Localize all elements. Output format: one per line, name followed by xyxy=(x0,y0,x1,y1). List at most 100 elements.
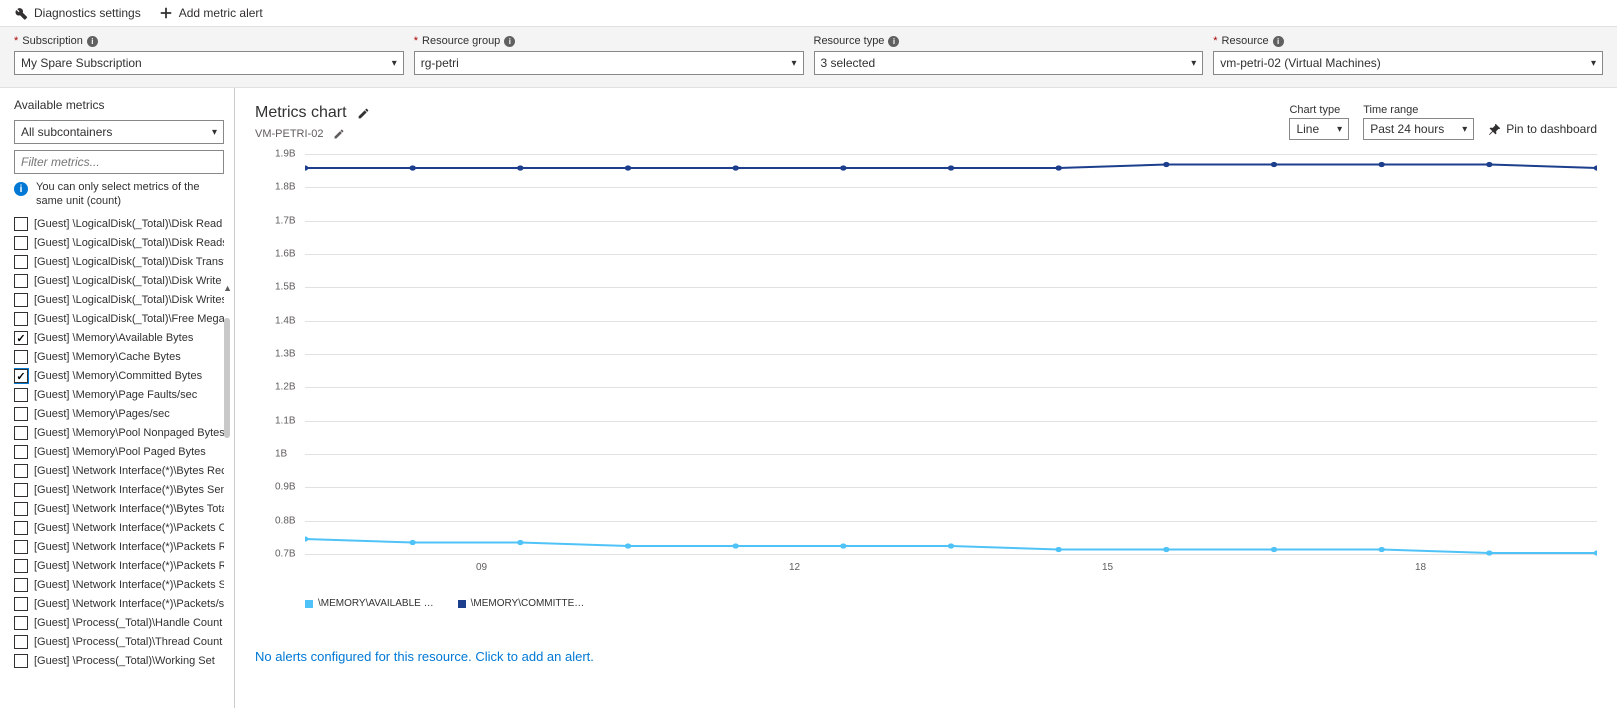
metric-item[interactable]: [Guest] \LogicalDisk(_Total)\Disk Transf… xyxy=(14,253,224,272)
metric-item[interactable]: [Guest] \Memory\Cache Bytes xyxy=(14,348,224,367)
metric-item[interactable]: [Guest] \LogicalDisk(_Total)\Free Megaby… xyxy=(14,310,224,329)
metric-item[interactable]: [Guest] \LogicalDisk(_Total)\Disk Reads/… xyxy=(14,234,224,253)
checkbox[interactable] xyxy=(14,540,28,554)
legend-item[interactable]: \MEMORY\AVAILABLE … xyxy=(305,598,434,609)
checkbox[interactable] xyxy=(14,483,28,497)
metric-label: [Guest] \Memory\Pool Nonpaged Bytes xyxy=(34,427,224,439)
checkbox[interactable] xyxy=(14,293,28,307)
scrollbar-thumb[interactable] xyxy=(224,318,230,438)
metric-item[interactable]: [Guest] \Memory\Pool Nonpaged Bytes xyxy=(14,424,224,443)
metric-label: [Guest] \Memory\Pages/sec xyxy=(34,408,170,420)
checkbox[interactable] xyxy=(14,350,28,364)
diagnostics-settings-button[interactable]: Diagnostics settings xyxy=(14,6,141,20)
subscription-label: *Subscriptioni xyxy=(14,35,404,47)
metric-item[interactable]: [Guest] \Network Interface(*)\Packets Re… xyxy=(14,557,224,576)
filter-metrics-input[interactable] xyxy=(14,150,224,174)
add-alert-link[interactable]: No alerts configured for this resource. … xyxy=(255,649,1597,664)
checkbox[interactable] xyxy=(14,654,28,668)
checkbox[interactable] xyxy=(14,635,28,649)
pin-to-dashboard-button[interactable]: Pin to dashboard xyxy=(1488,118,1597,140)
metric-label: [Guest] \Memory\Pool Paged Bytes xyxy=(34,446,206,458)
checkbox[interactable] xyxy=(14,407,28,421)
checkbox[interactable] xyxy=(14,312,28,326)
metric-label: [Guest] \Process(_Total)\Handle Count xyxy=(34,617,222,629)
metric-label: [Guest] \Network Interface(*)\Bytes Sent… xyxy=(34,484,224,496)
checkbox[interactable] xyxy=(14,255,28,269)
metric-item[interactable]: [Guest] \Process(_Total)\Working Set xyxy=(14,652,224,671)
x-axis-tick: 12 xyxy=(638,562,951,573)
metric-label: [Guest] \Network Interface(*)\Packets Ou… xyxy=(34,522,224,534)
metric-label: [Guest] \Memory\Page Faults/sec xyxy=(34,389,197,401)
scroll-up-icon[interactable]: ▲ xyxy=(223,283,232,293)
metric-list[interactable]: [Guest] \LogicalDisk(_Total)\Disk Read B… xyxy=(14,215,224,685)
add-metric-alert-button[interactable]: Add metric alert xyxy=(159,6,263,20)
resource-group-label: *Resource groupi xyxy=(414,35,804,47)
metric-item[interactable]: [Guest] \LogicalDisk(_Total)\Disk Write … xyxy=(14,272,224,291)
info-icon: i xyxy=(1273,36,1284,47)
edit-icon[interactable] xyxy=(333,128,345,140)
metric-item[interactable]: [Guest] \Network Interface(*)\Bytes Sent… xyxy=(14,481,224,500)
metric-item[interactable]: [Guest] \Memory\Available Bytes xyxy=(14,329,224,348)
resource-group-dropdown[interactable]: rg-petri▾ xyxy=(414,51,804,75)
checkbox[interactable] xyxy=(14,369,28,383)
metric-label: [Guest] \LogicalDisk(_Total)\Disk Write … xyxy=(34,275,224,287)
pin-icon xyxy=(1488,123,1501,136)
checkbox[interactable] xyxy=(14,502,28,516)
metric-label: [Guest] \LogicalDisk(_Total)\Free Megaby… xyxy=(34,313,224,325)
metric-label: [Guest] \Memory\Committed Bytes xyxy=(34,370,202,382)
metric-item[interactable]: [Guest] \Network Interface(*)\Packets Re… xyxy=(14,538,224,557)
checkbox[interactable] xyxy=(14,559,28,573)
subcontainers-dropdown[interactable]: All subcontainers▾ xyxy=(14,120,224,144)
metric-label: [Guest] \Network Interface(*)\Packets Re… xyxy=(34,560,224,572)
y-axis-tick: 0.8B xyxy=(275,515,296,526)
x-axis-tick: 18 xyxy=(1264,562,1577,573)
time-range-label: Time range xyxy=(1363,104,1474,116)
info-icon: i xyxy=(87,36,98,47)
checkbox[interactable] xyxy=(14,274,28,288)
edit-icon[interactable] xyxy=(357,107,370,120)
legend-item[interactable]: \MEMORY\COMMITTE… xyxy=(458,598,585,609)
wrench-icon xyxy=(14,6,28,20)
checkbox[interactable] xyxy=(14,426,28,440)
resource-type-dropdown[interactable]: 3 selected▾ xyxy=(814,51,1204,75)
checkbox[interactable] xyxy=(14,464,28,478)
checkbox[interactable] xyxy=(14,578,28,592)
add-metric-alert-label: Add metric alert xyxy=(179,6,263,20)
metric-item[interactable]: [Guest] \Memory\Committed Bytes xyxy=(14,367,224,386)
resource-type-label: Resource typei xyxy=(814,35,1204,47)
metric-item[interactable]: [Guest] \Memory\Page Faults/sec xyxy=(14,386,224,405)
y-axis-tick: 1.8B xyxy=(275,182,296,193)
chevron-down-icon: ▾ xyxy=(1462,124,1467,135)
info-icon: i xyxy=(504,36,515,47)
checkbox[interactable] xyxy=(14,521,28,535)
time-range-dropdown[interactable]: Past 24 hours▾ xyxy=(1363,118,1474,140)
legend-swatch xyxy=(458,600,466,608)
checkbox[interactable] xyxy=(14,217,28,231)
checkbox[interactable] xyxy=(14,445,28,459)
metric-item[interactable]: [Guest] \Network Interface(*)\Bytes Tota… xyxy=(14,500,224,519)
metric-item[interactable]: [Guest] \Process(_Total)\Handle Count xyxy=(14,614,224,633)
subscription-dropdown[interactable]: My Spare Subscription▾ xyxy=(14,51,404,75)
checkbox[interactable] xyxy=(14,331,28,345)
metric-item[interactable]: [Guest] \Network Interface(*)\Packets/se… xyxy=(14,595,224,614)
resource-dropdown[interactable]: vm-petri-02 (Virtual Machines)▾ xyxy=(1213,51,1603,75)
metric-item[interactable]: [Guest] \LogicalDisk(_Total)\Disk Writes… xyxy=(14,291,224,310)
metric-item[interactable]: [Guest] \Network Interface(*)\Packets Ou… xyxy=(14,519,224,538)
metric-item[interactable]: [Guest] \Memory\Pages/sec xyxy=(14,405,224,424)
diagnostics-settings-label: Diagnostics settings xyxy=(34,6,141,20)
metric-label: [Guest] \Process(_Total)\Thread Count xyxy=(34,636,222,648)
chart-type-label: Chart type xyxy=(1289,104,1349,116)
chart-type-dropdown[interactable]: Line▾ xyxy=(1289,118,1349,140)
checkbox[interactable] xyxy=(14,236,28,250)
metric-item[interactable]: [Guest] \LogicalDisk(_Total)\Disk Read B… xyxy=(14,215,224,234)
checkbox[interactable] xyxy=(14,597,28,611)
checkbox[interactable] xyxy=(14,616,28,630)
checkbox[interactable] xyxy=(14,388,28,402)
metric-item[interactable]: [Guest] \Network Interface(*)\Packets Se… xyxy=(14,576,224,595)
metric-item[interactable]: [Guest] \Process(_Total)\Thread Count xyxy=(14,633,224,652)
y-axis-tick: 0.9B xyxy=(275,482,296,493)
metric-label: [Guest] \Network Interface(*)\Packets/se… xyxy=(34,598,224,610)
metric-label: [Guest] \Network Interface(*)\Bytes Tota… xyxy=(34,503,224,515)
metric-item[interactable]: [Guest] \Memory\Pool Paged Bytes xyxy=(14,443,224,462)
metric-item[interactable]: [Guest] \Network Interface(*)\Bytes Rece… xyxy=(14,462,224,481)
